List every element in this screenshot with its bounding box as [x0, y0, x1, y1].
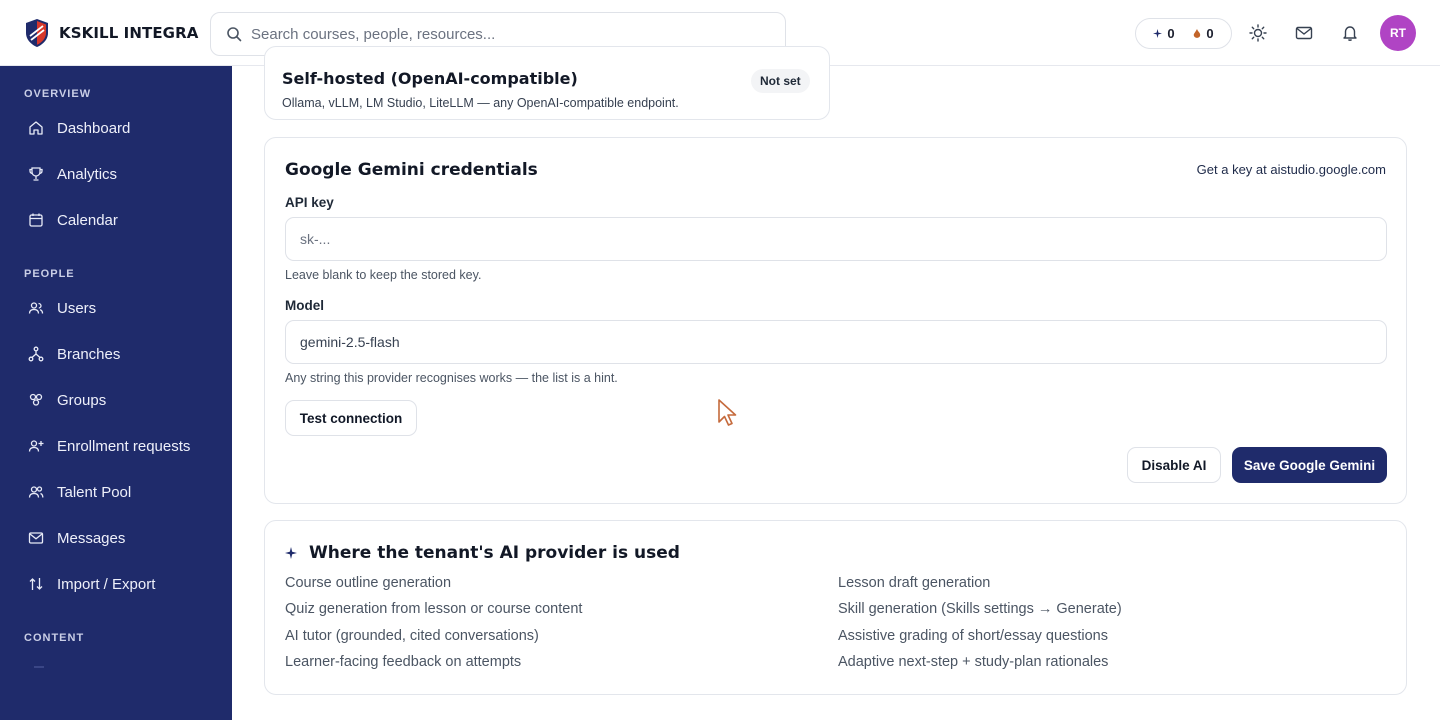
streak-counter-pill[interactable]: 0 0: [1135, 18, 1232, 49]
talent-icon: [28, 486, 44, 498]
gemini-credentials-card: Google Gemini credentials Get a key at a…: [264, 137, 1407, 504]
usage-item: Assistive grading of short/essay questio…: [838, 628, 1108, 644]
sidebar-item-calendar[interactable]: Calendar: [0, 200, 232, 240]
sidebar-item-label: Enrollment requests: [57, 437, 191, 455]
usage-item: Skill generation (Skills settings → Gene…: [838, 601, 1122, 617]
sidebar-item-label: Calendar: [57, 211, 118, 229]
sidebar-item-label: Messages: [57, 529, 126, 547]
mail-icon[interactable]: [1295, 24, 1313, 42]
users-icon: [28, 302, 44, 314]
save-gemini-button[interactable]: Save Google Gemini: [1232, 447, 1387, 483]
flame-count: 0: [1206, 26, 1214, 41]
usage-item: Adaptive next-step + study-plan rational…: [838, 654, 1109, 670]
flame-counter: 0: [1193, 26, 1214, 41]
import-export-icon: [29, 578, 43, 590]
sidebar-item-label: Import / Export: [57, 575, 156, 593]
usage-item: Lesson draft generation: [838, 575, 991, 591]
usage-item: Quiz generation from lesson or course co…: [285, 601, 583, 617]
model-field[interactable]: [285, 320, 1387, 364]
sidebar-item-label: Talent Pool: [57, 483, 132, 501]
bell-icon[interactable]: [1341, 24, 1359, 42]
card-title: Google Gemini credentials: [285, 160, 538, 180]
status-badge: Not set: [751, 69, 810, 93]
brand[interactable]: KSKILL INTEGRA: [24, 18, 210, 48]
api-key-input[interactable]: [300, 231, 1386, 247]
sidebar: OVERVIEW Dashboard Analytics Calendar PE…: [0, 66, 232, 720]
search-input[interactable]: [251, 25, 751, 43]
sparkle-count: 0: [1167, 26, 1175, 41]
avatar[interactable]: RT: [1380, 15, 1416, 51]
sidebar-item-groups[interactable]: Groups: [0, 380, 232, 420]
usage-item: Course outline generation: [285, 575, 452, 591]
sparkle-icon: [285, 547, 297, 559]
api-key-hint: Leave blank to keep the stored key.: [285, 268, 482, 282]
usage-heading: Where the tenant's AI provider is used: [285, 543, 680, 563]
usage-title: Where the tenant's AI provider is used: [309, 543, 680, 563]
groups-icon: [29, 393, 43, 406]
model-input[interactable]: [300, 334, 1386, 350]
user-plus-icon: [28, 440, 44, 452]
sidebar-item-import-export[interactable]: Import / Export: [0, 564, 232, 604]
usage-item: Learner-facing feedback on attempts: [285, 654, 522, 670]
sidebar-item-label: Branches: [57, 345, 121, 363]
usage-item: AI tutor (grounded, cited conversations): [285, 628, 539, 644]
branch-icon: [28, 346, 44, 362]
disable-ai-button[interactable]: Disable AI: [1127, 447, 1221, 483]
sidebar-item-label: Analytics: [57, 165, 118, 183]
flame-icon: [1194, 28, 1201, 38]
sidebar-section-people: PEOPLE: [24, 268, 75, 280]
provider-title: Self-hosted (OpenAI-compatible): [282, 69, 578, 88]
brand-name: KSKILL INTEGRA: [59, 23, 199, 42]
sidebar-scroll-fade: [34, 666, 44, 668]
sparkle-counter: 0: [1153, 26, 1175, 41]
trophy-icon: [29, 167, 43, 181]
sidebar-item-messages[interactable]: Messages: [0, 518, 232, 558]
mail-icon: [28, 532, 44, 544]
main-content: Self-hosted (OpenAI-compatible) Not set …: [232, 46, 1440, 720]
sidebar-item-label: Users: [57, 299, 97, 317]
get-key-link[interactable]: Get a key at aistudio.google.com: [1197, 162, 1386, 177]
sidebar-item-talent-pool[interactable]: Talent Pool: [0, 472, 232, 512]
sidebar-item-branches[interactable]: Branches: [0, 334, 232, 374]
sidebar-item-label: Dashboard: [57, 119, 131, 137]
ai-usage-card: Where the tenant's AI provider is used C…: [264, 520, 1407, 695]
self-hosted-provider-card[interactable]: Self-hosted (OpenAI-compatible) Not set …: [264, 46, 830, 120]
sidebar-item-users[interactable]: Users: [0, 288, 232, 328]
sparkle-icon: [1153, 29, 1163, 38]
api-key-label: API key: [285, 195, 334, 210]
calendar-icon: [29, 213, 43, 227]
provider-description: Ollama, vLLM, LM Studio, LiteLLM — any O…: [282, 96, 679, 110]
sidebar-section-overview: OVERVIEW: [24, 88, 92, 100]
sidebar-item-dashboard[interactable]: Dashboard: [0, 108, 232, 148]
brand-logo-icon: [26, 18, 48, 47]
sidebar-section-content: CONTENT: [24, 632, 85, 644]
test-connection-button[interactable]: Test connection: [285, 400, 417, 436]
home-icon: [29, 121, 43, 135]
sidebar-item-analytics[interactable]: Analytics: [0, 154, 232, 194]
sidebar-item-label: Groups: [57, 391, 107, 409]
api-key-field[interactable]: [285, 217, 1387, 261]
sidebar-item-enrollment-requests[interactable]: Enrollment requests: [0, 426, 232, 466]
model-hint: Any string this provider recognises work…: [285, 371, 618, 385]
model-label: Model: [285, 298, 324, 313]
mouse-cursor-icon: [718, 399, 737, 426]
sun-icon[interactable]: [1249, 24, 1267, 42]
search-icon: [227, 27, 242, 42]
